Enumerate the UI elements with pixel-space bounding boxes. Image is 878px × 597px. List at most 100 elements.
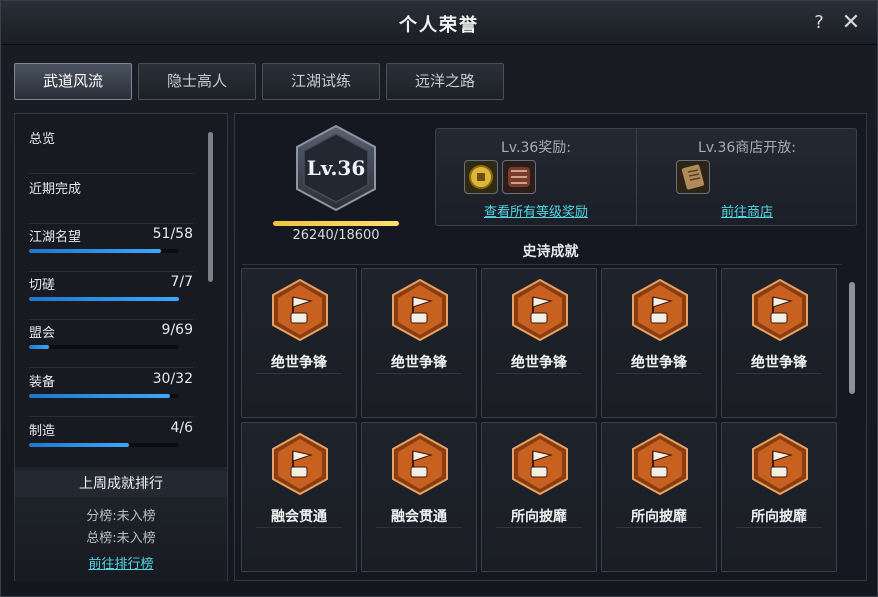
achievement-card[interactable]: 所向披靡 [481, 422, 597, 572]
card-divider [256, 373, 342, 374]
goto-ranking-link[interactable]: 前往排行榜 [15, 553, 227, 572]
armor-bracer-icon[interactable] [502, 160, 536, 194]
progress-bar [29, 345, 179, 349]
achievement-name: 绝世争锋 [631, 355, 687, 371]
achievement-card[interactable]: 绝世争锋 [361, 268, 477, 418]
progress-fill [29, 249, 161, 253]
sidebar-item-reputation[interactable]: 江湖名望 51/58 [29, 226, 193, 272]
flag-fist-badge-icon [511, 432, 569, 496]
achievement-name: 融会贯通 [391, 509, 447, 525]
progress-bar [29, 443, 179, 447]
sidebar-item-count: 30/32 [152, 371, 193, 387]
card-divider [736, 373, 822, 374]
progress-fill [29, 345, 49, 349]
sidebar-item-label: 盟会 [29, 326, 56, 341]
achievement-card[interactable]: 融会贯通 [241, 422, 357, 572]
achievement-card[interactable]: 绝世争锋 [481, 268, 597, 418]
close-button[interactable]: ✕ [839, 11, 863, 35]
achievement-grid: 绝世争锋 绝世争锋 绝世争锋 绝世争锋 绝世争锋融会贯通 融会贯通 所向披靡 所向披靡 所向披靡 [241, 268, 841, 576]
tab-yuanyang-zhilu[interactable]: 远洋之路 [386, 63, 504, 100]
sidebar-item-recent[interactable]: 近期完成 [29, 178, 193, 224]
achievement-card[interactable]: 绝世争锋 [601, 268, 717, 418]
exp-fill [273, 221, 399, 226]
achievement-card[interactable]: 融会贯通 [361, 422, 477, 572]
sidebar-item-label: 切磋 [29, 278, 56, 293]
view-all-rewards-link[interactable]: 查看所有等级奖励 [436, 201, 636, 220]
achievement-name: 绝世争锋 [391, 355, 447, 371]
scroll-book-icon[interactable] [676, 160, 710, 194]
achievement-name: 绝世争锋 [271, 355, 327, 371]
sidebar-item-count: 4/6 [170, 420, 193, 436]
achievement-name: 融会贯通 [271, 509, 327, 525]
sub-rank-text: 分榜:未入榜 [86, 509, 156, 524]
flag-fist-badge-icon [391, 278, 449, 342]
weekly-ranking-box: 上周成就排行 分榜:未入榜 总榜:未入榜 前往排行榜 [15, 467, 227, 581]
flag-fist-badge-icon [751, 432, 809, 496]
achievement-card[interactable]: 绝世争锋 [721, 268, 837, 418]
card-divider [496, 373, 582, 374]
level-label: Lv.36 [306, 156, 366, 180]
achievement-scrollbar[interactable] [849, 282, 855, 394]
achievement-name: 绝世争锋 [751, 355, 807, 371]
gold-coin-icon[interactable] [464, 160, 498, 194]
sidebar-item-guild[interactable]: 盟会 9/69 [29, 322, 193, 368]
help-button[interactable]: ? [807, 11, 831, 35]
card-divider [376, 373, 462, 374]
window-title: 个人荣誉 [399, 15, 479, 36]
honor-window: 个人荣誉 ? ✕ 武道风流 隐士高人 江湖试练 远洋之路 总览 近期完成 江湖名… [0, 0, 878, 597]
card-divider [256, 527, 342, 528]
sidebar-item-count: 9/69 [161, 322, 193, 338]
flag-fist-badge-icon [631, 432, 689, 496]
achievement-card[interactable]: 所向披靡 [721, 422, 837, 572]
sidebar-item-label: 近期完成 [29, 182, 82, 197]
sidebar-item-sparring[interactable]: 切磋 7/7 [29, 274, 193, 320]
progress-fill [29, 394, 170, 398]
tab-jianghu-shilian[interactable]: 江湖试练 [262, 63, 380, 100]
level-reward-box: Lv.36奖励: 查看所有等级奖励 Lv.36商店开放: 前往商店 [435, 128, 857, 226]
achievement-name: 所向披靡 [631, 509, 687, 525]
achievement-card[interactable]: 所向披靡 [601, 422, 717, 572]
ranking-title: 上周成就排行 [15, 471, 227, 497]
progress-bar [29, 297, 179, 301]
card-divider [616, 527, 702, 528]
title-bar[interactable]: 个人荣誉 ? ✕ [1, 1, 877, 45]
tab-yinshi-gaoren[interactable]: 隐士高人 [138, 63, 256, 100]
sidebar-item-label: 总览 [29, 132, 56, 147]
section-divider [242, 264, 842, 265]
achievement-sidebar: 总览 近期完成 江湖名望 51/58 切磋 7/7 盟会 9/69 装备 30/… [14, 113, 228, 581]
flag-fist-badge-icon [751, 278, 809, 342]
sidebar-scrollbar[interactable] [208, 132, 213, 282]
card-divider [616, 373, 702, 374]
achievement-main: Lv.36 26240/18600 Lv.36奖励: 查看所有等级奖励 Lv.3… [234, 113, 867, 581]
progress-bar [29, 249, 179, 253]
tab-wudao-fengliu[interactable]: 武道风流 [14, 63, 132, 100]
flag-fist-badge-icon [631, 278, 689, 342]
sidebar-item-count: 7/7 [170, 274, 193, 290]
flag-fist-badge-icon [271, 278, 329, 342]
sidebar-item-crafting[interactable]: 制造 4/6 [29, 420, 193, 466]
progress-bar [29, 394, 179, 398]
progress-fill [29, 443, 130, 447]
epic-achievements-title: 史诗成就 [522, 244, 579, 260]
card-divider [496, 527, 582, 528]
sidebar-item-label: 装备 [29, 375, 56, 390]
sidebar-item-label: 制造 [29, 424, 56, 439]
achievement-name: 绝世争锋 [511, 355, 567, 371]
shop-open-title: Lv.36商店开放: [698, 140, 796, 156]
sidebar-item-count: 51/58 [152, 226, 193, 242]
progress-fill [29, 297, 179, 301]
sidebar-item-overview[interactable]: 总览 [29, 128, 193, 174]
achievement-name: 所向披靡 [511, 509, 567, 525]
level-display: Lv.36 26240/18600 [271, 124, 401, 243]
exp-bar [273, 221, 399, 226]
achievement-name: 所向披靡 [751, 509, 807, 525]
sidebar-item-equipment[interactable]: 装备 30/32 [29, 371, 193, 417]
total-rank-text: 总榜:未入榜 [86, 531, 156, 546]
level-reward-title: Lv.36奖励: [501, 140, 571, 156]
flag-fist-badge-icon [511, 278, 569, 342]
flag-fist-badge-icon [271, 432, 329, 496]
card-divider [736, 527, 822, 528]
achievement-card[interactable]: 绝世争锋 [241, 268, 357, 418]
card-divider [376, 527, 462, 528]
goto-shop-link[interactable]: 前往商店 [636, 201, 858, 220]
